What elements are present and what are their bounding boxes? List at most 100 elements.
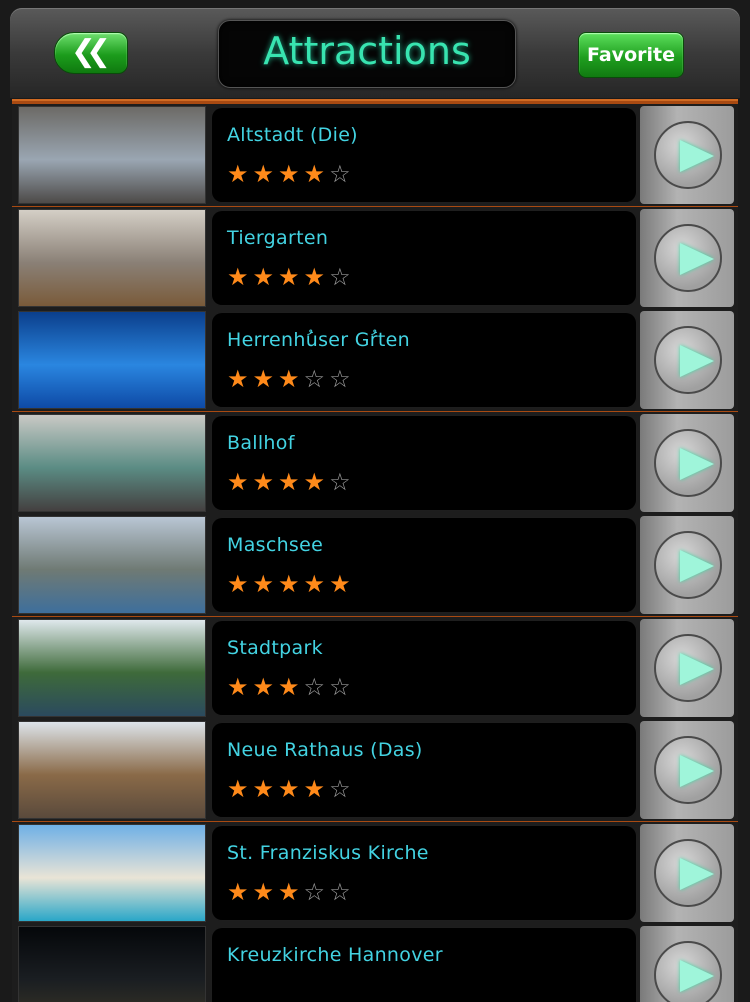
star-empty-icon: ☆ <box>329 672 355 701</box>
attraction-info-panel[interactable]: Neue Rathaus (Das) ★★★★☆ <box>212 723 636 817</box>
star-filled-icon: ★ <box>278 365 304 393</box>
star-rating: ★★★★☆ <box>227 468 355 496</box>
play-arrow-icon <box>654 531 722 599</box>
title-panel: Attractions <box>218 20 516 88</box>
open-attraction-button[interactable] <box>640 926 734 1002</box>
attraction-thumbnail <box>18 106 206 204</box>
favorite-button[interactable]: Favorite <box>578 32 684 78</box>
open-attraction-button[interactable] <box>640 208 734 307</box>
star-filled-icon: ★ <box>278 262 304 291</box>
attraction-name: Kreuzkirche Hannover <box>227 944 443 966</box>
play-arrow-icon <box>654 428 722 497</box>
attraction-row[interactable]: Stadtpark ★★★☆☆ <box>12 616 738 719</box>
attraction-info-panel[interactable]: Maschsee ★★★★★ <box>212 518 636 612</box>
star-rating: ★★★★☆ <box>227 775 355 803</box>
attraction-thumbnail <box>18 311 206 409</box>
star-empty-icon: ☆ <box>303 877 330 906</box>
play-arrow-icon <box>654 121 722 189</box>
star-filled-icon: ★ <box>227 365 253 393</box>
star-filled-icon: ★ <box>278 672 304 701</box>
attraction-row[interactable]: Kreuzkirche Hannover <box>12 924 738 1002</box>
attraction-name: Tiergarten <box>227 226 329 249</box>
star-empty-icon: ☆ <box>303 365 330 393</box>
star-empty-icon: ☆ <box>329 775 355 803</box>
open-attraction-button[interactable] <box>640 311 734 409</box>
attraction-row[interactable]: Tiergarten ★★★★☆ <box>12 206 738 309</box>
star-filled-icon: ★ <box>303 570 330 598</box>
attraction-info-panel[interactable]: St. Franziskus Kirche ★★★☆☆ <box>212 825 636 920</box>
star-filled-icon: ★ <box>252 160 279 188</box>
star-filled-icon: ★ <box>227 775 253 803</box>
play-arrow-icon <box>654 326 722 394</box>
star-filled-icon: ★ <box>252 365 279 393</box>
attraction-thumbnail <box>18 208 206 307</box>
attraction-row[interactable]: St. Franziskus Kirche ★★★☆☆ <box>12 821 738 924</box>
star-filled-icon: ★ <box>252 775 279 803</box>
attractions-list[interactable]: Altstadt (Die) ★★★★☆ Tiergarten ★★★★☆ Herren… <box>12 99 738 1002</box>
top-navigation-bar: ❮❮ Attractions Favorite <box>10 8 740 98</box>
star-filled-icon: ★ <box>278 467 304 496</box>
star-rating: ★★★★☆ <box>227 263 355 291</box>
attraction-info-panel[interactable]: Kreuzkirche Hannover <box>212 928 636 1002</box>
attraction-thumbnail <box>18 413 206 512</box>
star-filled-icon: ★ <box>252 467 279 496</box>
star-filled-icon: ★ <box>227 672 253 701</box>
attraction-thumbnail <box>18 823 206 922</box>
attraction-row[interactable]: Herrenhُuser Gُrten ★★★☆☆ <box>12 309 738 411</box>
star-filled-icon: ★ <box>303 160 330 188</box>
attraction-row[interactable]: Neue Rathaus (Das) ★★★★☆ <box>12 719 738 821</box>
star-filled-icon: ★ <box>278 877 304 906</box>
star-filled-icon: ★ <box>252 262 279 291</box>
open-attraction-button[interactable] <box>640 413 734 512</box>
star-filled-icon: ★ <box>252 672 279 701</box>
open-attraction-button[interactable] <box>640 618 734 717</box>
open-attraction-button[interactable] <box>640 721 734 819</box>
attraction-name: Altstadt (Die) <box>227 124 358 146</box>
star-rating: ★★★☆☆ <box>227 673 355 701</box>
attraction-row[interactable]: Maschsee ★★★★★ <box>12 514 738 616</box>
star-filled-icon: ★ <box>252 570 279 598</box>
attraction-info-panel[interactable]: Herrenhُuser Gُrten ★★★☆☆ <box>212 313 636 407</box>
star-filled-icon: ★ <box>329 570 355 598</box>
attraction-name: Herrenhُuser Gُrten <box>227 329 410 351</box>
play-arrow-icon <box>654 223 722 292</box>
star-empty-icon: ☆ <box>329 262 355 291</box>
attraction-info-panel[interactable]: Altstadt (Die) ★★★★☆ <box>212 108 636 202</box>
star-empty-icon: ☆ <box>329 365 355 393</box>
star-filled-icon: ★ <box>303 262 330 291</box>
star-filled-icon: ★ <box>227 877 253 906</box>
attraction-row[interactable]: Altstadt (Die) ★★★★☆ <box>12 104 738 206</box>
page-title: Attractions <box>263 29 471 73</box>
attraction-row[interactable]: Ballhof ★★★★☆ <box>12 411 738 514</box>
attraction-name: Maschsee <box>227 534 324 556</box>
star-empty-icon: ☆ <box>329 467 355 496</box>
star-empty-icon: ☆ <box>329 160 355 188</box>
attraction-info-panel[interactable]: Ballhof ★★★★☆ <box>212 415 636 510</box>
open-attraction-button[interactable] <box>640 823 734 922</box>
star-rating: ★★★☆☆ <box>227 365 355 393</box>
open-attraction-button[interactable] <box>640 106 734 204</box>
play-arrow-icon <box>654 838 722 907</box>
open-attraction-button[interactable] <box>640 516 734 614</box>
attraction-name: Stadtpark <box>227 636 323 659</box>
star-filled-icon: ★ <box>227 262 253 291</box>
back-button[interactable]: ❮❮ <box>54 32 128 74</box>
star-filled-icon: ★ <box>303 467 330 496</box>
attraction-name: St. Franziskus Kirche <box>227 841 429 864</box>
attraction-thumbnail <box>18 926 206 1002</box>
star-filled-icon: ★ <box>303 775 330 803</box>
star-filled-icon: ★ <box>278 570 304 598</box>
star-rating: ★★★★★ <box>227 570 355 598</box>
attraction-info-panel[interactable]: Tiergarten ★★★★☆ <box>212 210 636 305</box>
attraction-thumbnail <box>18 618 206 717</box>
star-filled-icon: ★ <box>278 160 304 188</box>
star-filled-icon: ★ <box>278 775 304 803</box>
star-filled-icon: ★ <box>252 877 279 906</box>
star-filled-icon: ★ <box>227 570 253 598</box>
star-empty-icon: ☆ <box>329 877 355 906</box>
play-arrow-icon <box>654 736 722 804</box>
attraction-info-panel[interactable]: Stadtpark ★★★☆☆ <box>212 620 636 715</box>
star-empty-icon: ☆ <box>303 672 330 701</box>
star-rating: ★★★★☆ <box>227 160 355 188</box>
star-filled-icon: ★ <box>227 467 253 496</box>
